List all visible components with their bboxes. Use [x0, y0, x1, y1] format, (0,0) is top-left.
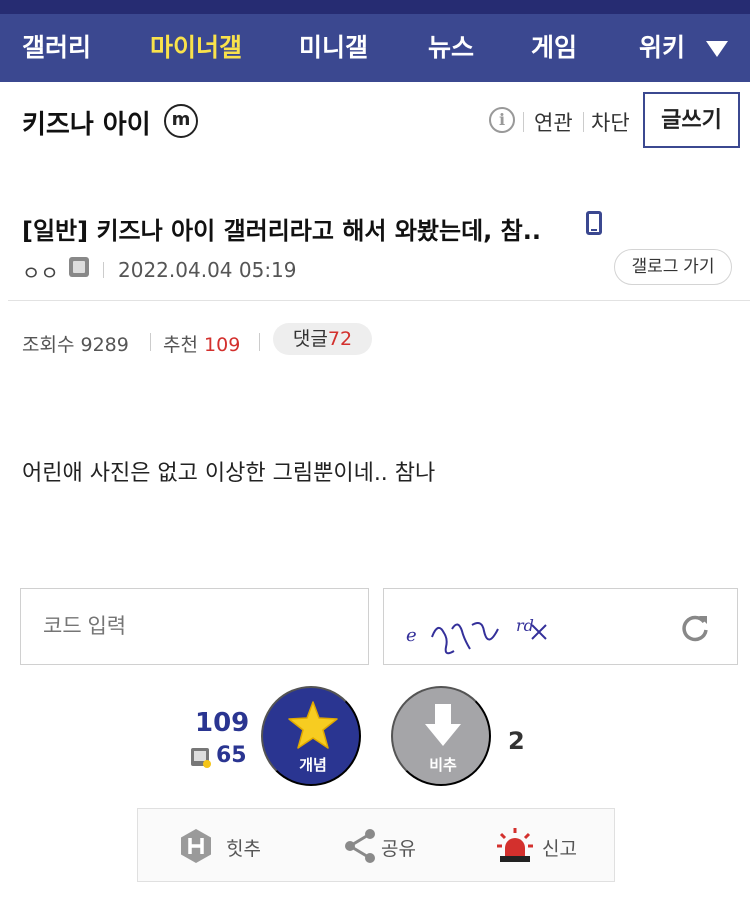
- top-strip: [0, 0, 750, 14]
- upvote-button[interactable]: 개념: [261, 686, 361, 786]
- view-count: 조회수 9289: [22, 330, 129, 357]
- meta-divider: [103, 262, 104, 278]
- nav-item-game[interactable]: 게임: [531, 14, 577, 82]
- hit-recommend-button[interactable]: 힛추: [138, 809, 298, 881]
- mobile-icon: [586, 211, 602, 235]
- post-action-bar: 힛추 공유 신고: [137, 808, 615, 882]
- report-button[interactable]: 신고: [458, 809, 614, 881]
- gallery-header: 키즈나 아이 m i 연관 차단 글쓰기: [0, 82, 750, 162]
- gallog-button[interactable]: 갤로그 가기: [614, 249, 732, 285]
- refresh-icon[interactable]: [680, 613, 710, 643]
- comment-count-value: 72: [327, 328, 353, 350]
- recommend-count-value: 109: [204, 334, 241, 356]
- post-date: 2022.04.04 05:19: [118, 258, 297, 282]
- stat-divider: [150, 333, 151, 351]
- gallery-title[interactable]: 키즈나 아이: [22, 104, 151, 141]
- nav-expand-icon[interactable]: [706, 41, 728, 57]
- comment-count-button[interactable]: 댓글72: [273, 323, 372, 355]
- upvote-count: 109: [195, 708, 250, 738]
- header-divider-line: [8, 300, 750, 301]
- view-count-label: 조회수: [22, 334, 75, 356]
- info-icon[interactable]: i: [489, 107, 515, 133]
- nav-item-news[interactable]: 뉴스: [428, 14, 474, 82]
- post-writer[interactable]: ㅇㅇ: [22, 257, 59, 286]
- header-divider: [583, 112, 584, 132]
- downvote-label: 비추: [429, 757, 457, 774]
- nav-item-mini-gallery[interactable]: 미니갤: [299, 14, 368, 82]
- header-divider: [523, 112, 524, 132]
- share-button[interactable]: 공유: [298, 809, 458, 881]
- captcha-box: e rd: [383, 588, 738, 665]
- block-link[interactable]: 차단: [591, 107, 630, 137]
- svg-text:rd: rd: [516, 616, 534, 635]
- comment-count-label: 댓글: [292, 328, 328, 350]
- recommend-count-label: 추천: [163, 334, 198, 356]
- post-body: 어린애 사진은 없고 이상한 그림뿐이네.. 참나: [22, 461, 436, 486]
- downvote-button[interactable]: 비추: [391, 686, 491, 786]
- downvote-count: 2: [508, 727, 525, 755]
- captcha-image: e rd: [406, 616, 547, 655]
- write-button[interactable]: 글쓰기: [643, 92, 740, 148]
- captcha-code-input[interactable]: [20, 588, 369, 665]
- main-nav: 갤러리 마이너갤 미니갤 뉴스 게임 위키: [0, 14, 750, 82]
- star-icon: [288, 701, 338, 749]
- upvote-label: 개념: [299, 757, 327, 774]
- fixed-nick-upvote-count: 65: [216, 743, 247, 768]
- share-label: 공유: [381, 838, 416, 860]
- view-count-value: 9289: [80, 334, 129, 356]
- share-icon: [345, 829, 375, 863]
- recommend-count: 추천 109: [163, 330, 240, 357]
- nav-item-minor-gallery[interactable]: 마이너갤: [150, 14, 242, 82]
- svg-text:e: e: [406, 625, 417, 646]
- minor-gallery-icon: m: [164, 104, 198, 138]
- nav-item-gallery[interactable]: 갤러리: [22, 14, 91, 82]
- down-arrow-icon: [425, 704, 461, 746]
- related-link[interactable]: 연관: [534, 107, 573, 137]
- hit-recommend-label: 힛추: [226, 838, 261, 860]
- stat-divider: [259, 333, 260, 351]
- fixed-nick-icon: [69, 257, 89, 277]
- siren-icon: [497, 828, 533, 862]
- nav-item-wiki[interactable]: 위키: [639, 14, 685, 82]
- hit-icon: [181, 829, 211, 863]
- fixed-nick-upvote-icon: [191, 748, 211, 768]
- report-label: 신고: [542, 838, 577, 860]
- post-title: [일반] 키즈나 아이 갤러리라고 해서 와봤는데, 참..: [22, 217, 541, 245]
